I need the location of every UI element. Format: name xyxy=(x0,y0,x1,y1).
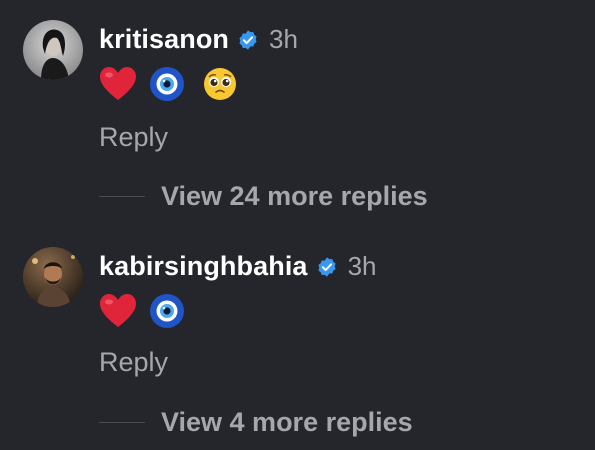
red-heart-icon xyxy=(99,293,137,334)
avatar[interactable] xyxy=(23,247,83,307)
view-more-replies[interactable]: View 24 more replies xyxy=(99,181,428,212)
reply-button[interactable]: Reply xyxy=(99,122,168,153)
comment: kabirsinghbahia 3h Reply View 4 more rep… xyxy=(0,225,595,450)
comment-header: kabirsinghbahia 3h xyxy=(99,251,376,282)
divider-line xyxy=(99,422,145,423)
avatar-photo xyxy=(23,247,83,307)
comment-header: kritisanon 3h xyxy=(99,24,298,55)
nazar-amulet-icon xyxy=(149,66,185,107)
verified-badge-icon xyxy=(237,29,259,51)
username[interactable]: kabirsinghbahia xyxy=(99,251,308,282)
view-more-replies-label[interactable]: View 24 more replies xyxy=(161,181,428,212)
verified-badge-icon xyxy=(316,256,338,278)
comment-text xyxy=(99,66,249,107)
pleading-face-icon xyxy=(203,67,237,106)
timestamp: 3h xyxy=(347,251,377,281)
avatar[interactable] xyxy=(23,20,83,80)
reply-button[interactable]: Reply xyxy=(99,347,168,378)
comment: kritisanon 3h Reply View 24 more replies xyxy=(0,0,595,225)
nazar-amulet-icon xyxy=(149,293,185,334)
avatar-photo xyxy=(23,20,83,80)
red-heart-icon xyxy=(99,66,137,107)
divider-line xyxy=(99,196,145,197)
username[interactable]: kritisanon xyxy=(99,24,229,55)
view-more-replies-label[interactable]: View 4 more replies xyxy=(161,407,413,438)
timestamp: 3h xyxy=(269,24,298,54)
view-more-replies[interactable]: View 4 more replies xyxy=(99,407,413,438)
comment-text xyxy=(99,293,197,334)
